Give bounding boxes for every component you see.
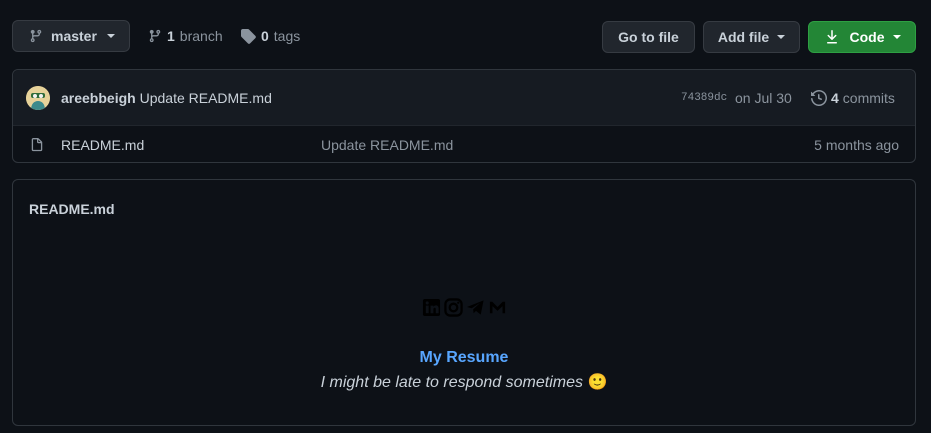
code-button[interactable]: Code: [808, 21, 916, 53]
gmail-icon[interactable]: [488, 298, 507, 317]
commit-message[interactable]: Update README.md: [140, 90, 272, 106]
branch-name: master: [51, 28, 97, 44]
git-branch-icon: [148, 28, 162, 44]
add-file-label: Add file: [717, 29, 770, 45]
avatar[interactable]: [26, 86, 50, 110]
file-age: 5 months ago: [814, 137, 899, 153]
go-to-file-button[interactable]: Go to file: [602, 21, 695, 53]
linkedin-icon[interactable]: [422, 298, 441, 317]
tag-count: 0: [261, 28, 269, 44]
chevron-down-icon: [892, 35, 901, 39]
readme-title[interactable]: README.md: [29, 201, 115, 217]
tag-label: tags: [273, 28, 301, 44]
git-branch-icon: [29, 28, 43, 44]
tags-link[interactable]: 0 tags: [240, 28, 300, 44]
history-icon: [811, 90, 827, 106]
tag-icon: [240, 28, 256, 44]
commit-label: commits: [842, 90, 895, 106]
branch-selector-button[interactable]: master: [12, 20, 130, 52]
commit-count: 4: [831, 90, 839, 106]
commits-link[interactable]: 4 commits: [811, 90, 895, 106]
file-icon: [30, 137, 44, 153]
smile-emoji: 🙂: [587, 374, 608, 391]
commit-author[interactable]: areebbeigh: [61, 90, 136, 106]
branch-count: 1: [167, 28, 175, 44]
resume-link[interactable]: My Resume: [13, 349, 915, 367]
commit-sha[interactable]: 74389dc: [681, 92, 727, 104]
add-file-button[interactable]: Add file: [703, 21, 800, 53]
readme-panel: README.md My Resume I might be late to r…: [12, 179, 916, 426]
code-label: Code: [849, 29, 885, 45]
branches-link[interactable]: 1 branch: [148, 28, 223, 44]
go-to-file-label: Go to file: [618, 29, 679, 45]
readme-note: I might be late to respond sometimes: [320, 374, 583, 391]
telegram-icon[interactable]: [466, 298, 485, 317]
file-listing: areebbeigh Update README.md 74389dc on J…: [12, 69, 916, 163]
branch-label: branch: [179, 28, 223, 44]
social-icons: [422, 298, 507, 317]
file-commit-message[interactable]: Update README.md: [321, 137, 453, 153]
chevron-down-icon: [106, 34, 115, 38]
file-name[interactable]: README.md: [61, 137, 144, 153]
chevron-down-icon: [777, 35, 786, 39]
file-row[interactable]: README.md Update README.md 5 months ago: [13, 126, 915, 163]
instagram-icon[interactable]: [444, 298, 463, 317]
commit-date: on Jul 30: [735, 90, 792, 106]
download-icon: [824, 29, 840, 45]
